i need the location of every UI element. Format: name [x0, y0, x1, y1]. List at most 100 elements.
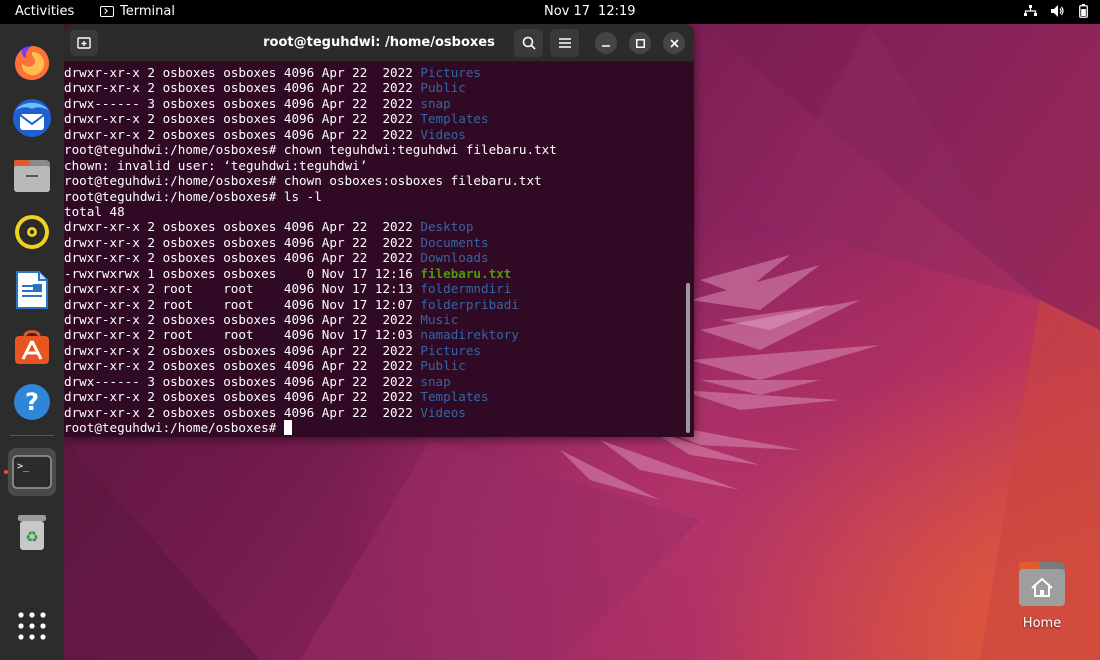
terminal-scrollbar[interactable] [686, 283, 690, 433]
maximize-icon [635, 38, 645, 48]
terminal-line: drwxr-xr-x 2 osboxes osboxes 4096 Apr 22… [64, 389, 684, 404]
battery-icon [1079, 4, 1088, 18]
svg-text:?: ? [25, 388, 39, 416]
system-tray[interactable] [1024, 4, 1088, 18]
terminal-line: drwxr-xr-x 2 osboxes osboxes 4096 Apr 22… [64, 65, 684, 80]
terminal-line-text: root@teguhdwi:/home/osboxes# chown osbox… [64, 173, 542, 189]
terminal-line-text: drwxr-xr-x 2 osboxes osboxes 4096 Apr 22… [64, 234, 421, 250]
directory-name: namadirektory [420, 327, 519, 343]
terminal-line-text: drwx------ 3 osboxes osboxes 4096 Apr 22… [64, 95, 421, 111]
dock-libreoffice-writer[interactable] [8, 266, 56, 314]
top-bar: Activities Terminal Nov 17 12:19 [0, 0, 1100, 24]
close-icon [669, 38, 679, 48]
directory-name: folderpribadi [420, 296, 519, 312]
activities-button[interactable]: Activities [15, 4, 74, 19]
directory-name: snap [420, 95, 451, 111]
app-grid-icon [18, 612, 46, 640]
terminal-line-text: drwxr-xr-x 2 osboxes osboxes 4096 Apr 22… [64, 111, 421, 127]
terminal-line-text: root@teguhdwi:/home/osboxes# chown teguh… [64, 142, 557, 158]
terminal-headerbar[interactable]: root@teguhdwi: /home/osboxes [64, 24, 694, 62]
software-bag-icon [15, 330, 49, 364]
terminal-line: root@teguhdwi:/home/osboxes# [64, 420, 684, 436]
executable-file-name: filebaru.txt [420, 265, 512, 281]
directory-name: Templates [420, 389, 489, 405]
directory-name: Public [420, 358, 466, 374]
terminal-line: drwxr-xr-x 2 osboxes osboxes 4096 Apr 22… [64, 127, 684, 142]
terminal-line: drwxr-xr-x 2 osboxes osboxes 4096 Apr 22… [64, 343, 684, 358]
dock-firefox[interactable] [8, 38, 56, 86]
directory-name: Pictures [420, 65, 482, 80]
directory-name: Downloads [420, 250, 489, 266]
running-indicator [4, 470, 8, 474]
terminal-line-text: drwxr-xr-x 2 osboxes osboxes 4096 Apr 22… [64, 80, 421, 96]
dock: ? >_ ♻ [0, 24, 64, 660]
desktop-home-folder[interactable]: Home [1010, 560, 1074, 640]
terminal-line-text: drwxr-xr-x 2 osboxes osboxes 4096 Apr 22… [64, 358, 421, 374]
files-icon [14, 160, 50, 192]
terminal-icon: >_ [12, 455, 52, 489]
home-folder-icon [1019, 562, 1065, 606]
terminal-line-text: drwxr-xr-x 2 root root 4096 Nov 17 12:07 [64, 296, 421, 312]
terminal-line-text: drwxr-xr-x 2 osboxes osboxes 4096 Apr 22… [64, 250, 421, 266]
terminal-line-text: drwxr-xr-x 2 osboxes osboxes 4096 Apr 22… [64, 219, 421, 235]
terminal-line: drwxr-xr-x 2 osboxes osboxes 4096 Apr 22… [64, 219, 684, 234]
terminal-line: drwxr-xr-x 2 root root 4096 Nov 17 12:13… [64, 281, 684, 296]
terminal-line-text: drwxr-xr-x 2 root root 4096 Nov 17 12:13 [64, 281, 421, 297]
terminal-line: drwxr-xr-x 2 root root 4096 Nov 17 12:03… [64, 327, 684, 342]
directory-name: Videos [420, 404, 466, 420]
terminal-line-text: -rwxrwxrwx 1 osboxes osboxes 0 Nov 17 12… [64, 265, 421, 281]
maximize-button[interactable] [629, 32, 651, 54]
app-menu-terminal[interactable]: Terminal [100, 4, 175, 19]
terminal-line: drwxr-xr-x 2 osboxes osboxes 4096 Apr 22… [64, 358, 684, 373]
dock-thunderbird[interactable] [8, 94, 56, 142]
terminal-output[interactable]: drwxr-xr-x 2 osboxes osboxes 4096 Apr 22… [64, 62, 684, 437]
volume-icon [1051, 5, 1064, 17]
dock-trash[interactable]: ♻ [8, 508, 56, 556]
hamburger-menu-button[interactable] [550, 29, 579, 57]
terminal-line-text: root@teguhdwi:/home/osboxes# ls -l [64, 188, 322, 204]
network-icon [1024, 5, 1037, 16]
app-menu-label: Terminal [120, 4, 175, 19]
terminal-line: drwxr-xr-x 2 osboxes osboxes 4096 Apr 22… [64, 111, 684, 126]
dock-show-apps[interactable] [8, 602, 56, 650]
dock-files[interactable] [8, 152, 56, 200]
terminal-line-text: drwxr-xr-x 2 osboxes osboxes 4096 Apr 22… [64, 126, 421, 142]
terminal-line: total 48 [64, 204, 684, 219]
terminal-line-text: drwx------ 3 osboxes osboxes 4096 Apr 22… [64, 373, 421, 389]
thunderbird-icon [13, 99, 51, 137]
firefox-icon [15, 46, 50, 80]
terminal-window[interactable]: root@teguhdwi: /home/osboxes drwxr-xr-x … [64, 24, 694, 437]
terminal-line-text: drwxr-xr-x 2 root root 4096 Nov 17 12:03 [64, 327, 421, 343]
dock-help[interactable]: ? [8, 378, 56, 426]
terminal-line: drwx------ 3 osboxes osboxes 4096 Apr 22… [64, 374, 684, 389]
home-folder-label: Home [1022, 616, 1062, 631]
close-button[interactable] [663, 32, 685, 54]
hamburger-icon [558, 38, 571, 48]
dock-terminal[interactable]: >_ [4, 448, 56, 496]
terminal-line: root@teguhdwi:/home/osboxes# chown teguh… [64, 142, 684, 157]
directory-name: Documents [420, 234, 489, 250]
terminal-cursor [283, 420, 292, 436]
terminal-line-text: drwxr-xr-x 2 osboxes osboxes 4096 Apr 22… [64, 312, 421, 327]
writer-document-icon [16, 271, 48, 309]
terminal-line-text: drwxr-xr-x 2 osboxes osboxes 4096 Apr 22… [64, 389, 421, 405]
trash-icon: ♻ [18, 515, 46, 550]
clock[interactable]: Nov 17 12:19 [544, 4, 636, 19]
directory-name: Music [420, 312, 459, 327]
terminal-line: drwx------ 3 osboxes osboxes 4096 Apr 22… [64, 96, 684, 111]
minimize-button[interactable] [595, 32, 617, 54]
dock-separator [10, 435, 54, 436]
search-button[interactable] [514, 29, 543, 57]
svg-text:>_: >_ [17, 461, 30, 472]
terminal-line: root@teguhdwi:/home/osboxes# chown osbox… [64, 173, 684, 188]
terminal-small-icon [100, 6, 114, 17]
directory-name: Public [420, 80, 466, 96]
directory-name: Pictures [420, 342, 482, 358]
terminal-line-text: chown: invalid user: ‘teguhdwi:teguhdwi’ [64, 157, 368, 173]
terminal-line-text: drwxr-xr-x 2 osboxes osboxes 4096 Apr 22… [64, 342, 421, 358]
terminal-line-text: drwxr-xr-x 2 osboxes osboxes 4096 Apr 22… [64, 404, 421, 420]
dock-ubuntu-software[interactable] [8, 322, 56, 370]
directory-name: Templates [420, 111, 489, 127]
help-icon: ? [14, 384, 50, 420]
dock-rhythmbox[interactable] [8, 208, 56, 256]
